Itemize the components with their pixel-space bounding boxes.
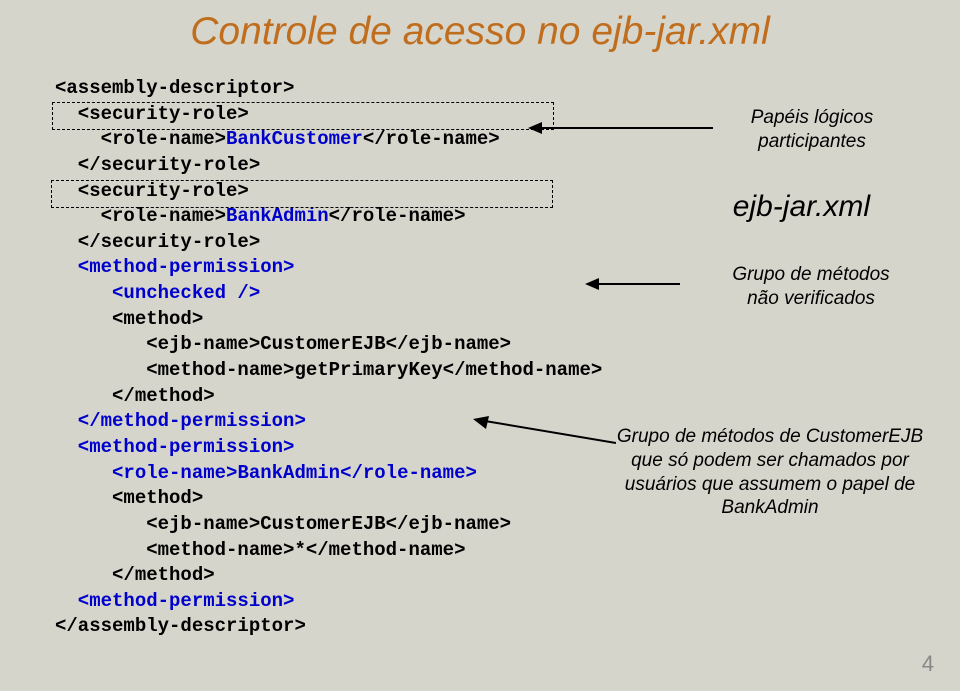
code-line: <ejb-name>CustomerEJB</ejb-name> — [55, 513, 511, 535]
code-line: <ejb-name>CustomerEJB</ejb-name> — [55, 333, 511, 355]
arrow-icon — [528, 120, 713, 136]
annotation-ejbjar: ejb-jar.xml — [733, 188, 870, 226]
annotation-papeis: Papéis lógicos participantes — [727, 106, 897, 154]
code-line: <method> — [55, 308, 203, 330]
code-line: </method-permission> — [55, 410, 306, 432]
code-line: <assembly-descriptor> — [55, 77, 294, 99]
code-line: <role-name> — [55, 128, 226, 150]
code-line: <method-permission> — [55, 256, 294, 278]
code-line: </role-name> — [363, 128, 500, 150]
code-line: <method-permission> — [55, 590, 294, 612]
arrow-icon — [471, 413, 616, 453]
code-line: </method> — [55, 564, 215, 586]
code-line: </security-role> — [55, 231, 260, 253]
slide: Controle de acesso no ejb-jar.xml <assem… — [0, 0, 960, 691]
annotation-grupo-nao-verificados: Grupo de métodos não verificados — [716, 263, 906, 311]
code-line: </method> — [55, 385, 215, 407]
code-line: <role-name> — [55, 205, 226, 227]
code-line: </security-role> — [55, 154, 260, 176]
code-line: </role-name> — [340, 462, 477, 484]
slide-title: Controle de acesso no ejb-jar.xml — [55, 10, 905, 54]
code-role-name: BankAdmin — [226, 205, 329, 227]
code-role-name: BankCustomer — [226, 128, 363, 150]
code-role-name: BankAdmin — [237, 462, 340, 484]
code-line: <security-role> — [55, 180, 249, 202]
code-line: </role-name> — [329, 205, 466, 227]
code-line: <unchecked /> — [55, 282, 260, 304]
code-line: <method-permission> — [55, 436, 294, 458]
code-line: <role-name> — [55, 462, 237, 484]
page-number: 4 — [922, 651, 934, 677]
code-line: <security-role> — [55, 103, 249, 125]
code-line: <method-name>getPrimaryKey</method-name> — [55, 359, 602, 381]
code-line: <method-name>*</method-name> — [55, 539, 465, 561]
code-line: <method> — [55, 487, 203, 509]
code-block: <assembly-descriptor> <security-role> <r… — [55, 76, 905, 640]
arrow-icon — [585, 276, 680, 292]
annotation-grupo-customerejb: Grupo de métodos de CustomerEJB que só p… — [605, 425, 935, 520]
code-line: </assembly-descriptor> — [55, 615, 306, 637]
